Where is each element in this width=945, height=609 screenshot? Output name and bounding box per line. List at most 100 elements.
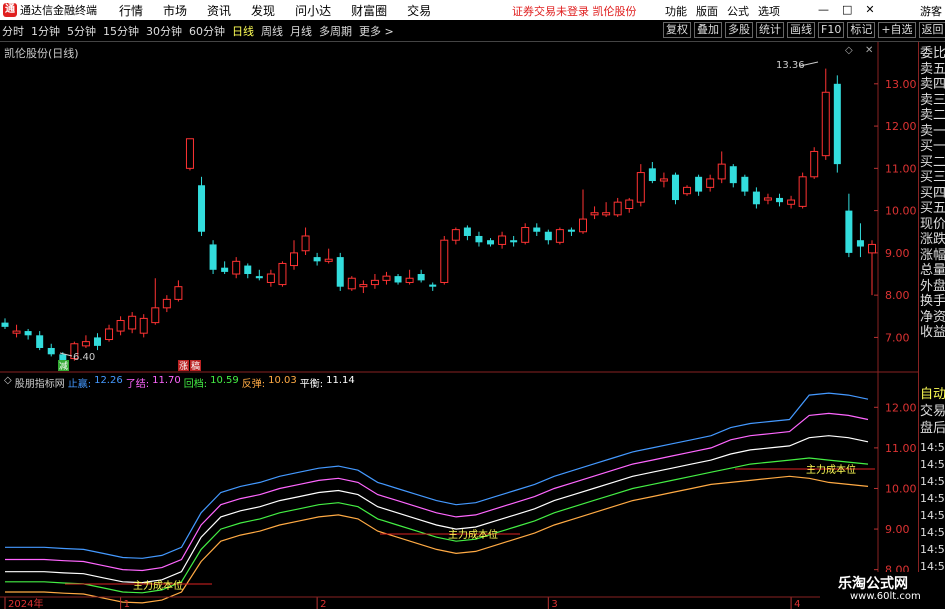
price-tick-label: 11.00 [885, 162, 917, 175]
indicator-fantan-value: 10.03 [268, 375, 297, 386]
period-tab-60min[interactable]: 60分钟 [189, 23, 225, 39]
indicator-name[interactable]: 股朋指标网 [15, 375, 65, 390]
candle-body [856, 240, 864, 247]
candle [555, 227, 564, 245]
candle [533, 223, 541, 236]
candle-body [1, 322, 9, 327]
candle-body [59, 354, 67, 361]
candle-body [139, 317, 148, 334]
multi-stock-button[interactable]: 多股 [725, 22, 753, 38]
candle-body [741, 176, 749, 192]
menu-quotes[interactable]: 行情 [119, 2, 143, 19]
minimize-icon[interactable]: — [818, 3, 829, 16]
candle [787, 195, 796, 209]
period-tab-more[interactable]: 更多 > [359, 23, 394, 39]
candle-body [533, 227, 541, 232]
period-tab-timeshare[interactable]: 分时 [2, 23, 24, 39]
candle-body [602, 212, 611, 216]
candle-body [244, 265, 252, 275]
price-tick-label: 8.00 [885, 289, 910, 302]
candle [336, 252, 344, 291]
menu-discover[interactable]: 发现 [251, 2, 275, 19]
price-tick-label: 10.00 [885, 205, 917, 218]
indicator-huidang-value: 10.59 [210, 375, 239, 386]
ind-tick-label: 12.00 [885, 401, 917, 414]
indicator-liaojie-value: 11.70 [152, 375, 181, 386]
candle-body [821, 91, 830, 157]
candle-body [221, 267, 229, 272]
auto-label[interactable]: 自动 [920, 387, 945, 402]
menu-news[interactable]: 资讯 [207, 2, 231, 19]
period-tab-30min[interactable]: 30分钟 [146, 23, 182, 39]
stats-button[interactable]: 统计 [756, 22, 784, 38]
draft-tag-label: 稿 [191, 360, 200, 372]
min-price-label: 6.40 [73, 352, 95, 363]
quote-side-panel: 委比 卖五 卖四 卖三 卖二 卖一 买一 买二 买三 买四 买五 现价 涨跌 涨幅 总量 外盘 换手 净资 收益 自动… [918, 42, 945, 609]
candle [232, 257, 241, 279]
login-notice[interactable]: 证券交易未登录 凯伦股份 [512, 3, 637, 19]
reduce-tag-label: 减 [59, 360, 68, 372]
candle [105, 324, 114, 342]
guest-label[interactable]: 游客 [920, 3, 942, 19]
menu-ask[interactable]: 问小达 [295, 2, 331, 19]
mark-button[interactable]: 标记 [847, 22, 876, 38]
tool-function[interactable]: 功能 [665, 3, 687, 19]
tool-layout[interactable]: 版面 [696, 3, 718, 19]
ind-tick-label: 10.00 [885, 482, 917, 495]
menu-trade[interactable]: 交易 [407, 2, 431, 19]
chart-buttons: 复权 叠加 多股 统计 画线 F10 标记 +自选 返回 [663, 22, 945, 38]
candle [706, 174, 715, 192]
period-tab-5min[interactable]: 5分钟 [67, 23, 96, 39]
x-tick-label: 2024年 [8, 597, 43, 609]
chart-area[interactable]: 13.0012.0011.0010.009.008.007.00 12.0011… [0, 42, 918, 609]
period-tab-multi[interactable]: 多周期 [319, 23, 352, 39]
f10-button[interactable]: F10 [818, 22, 845, 38]
candle [544, 229, 552, 245]
candle [290, 240, 298, 270]
period-tab-daily[interactable]: 日线 [232, 23, 254, 39]
candle [185, 138, 194, 171]
candle-body [47, 347, 55, 355]
period-tab-1min[interactable]: 1分钟 [31, 23, 60, 39]
candle [394, 274, 402, 285]
tick-time-6: 14:56 [920, 543, 945, 556]
candle-body [198, 185, 206, 232]
side-label-0: 委比 [920, 46, 945, 61]
candle-body [613, 201, 622, 216]
period-tab-weekly[interactable]: 周线 [261, 23, 283, 39]
candle-body [370, 279, 379, 286]
add-watchlist-button[interactable]: +自选 [878, 22, 916, 38]
candle-body [105, 328, 114, 341]
period-tab-15min[interactable]: 15分钟 [103, 23, 139, 39]
candle-body [659, 178, 668, 182]
cost-annotation-1: 主力成本位 [133, 579, 183, 592]
indicator-liaojie-label: 了结: [125, 379, 150, 390]
adjust-button[interactable]: 复权 [663, 22, 691, 38]
menu-market[interactable]: 市场 [163, 2, 187, 19]
candle [856, 223, 864, 258]
indicator-series-line [5, 435, 869, 584]
candle-body [81, 341, 90, 347]
maximize-icon[interactable]: □ [842, 3, 852, 16]
candle-body [336, 257, 344, 287]
close-icon[interactable]: ✕ [865, 3, 874, 16]
title-tools: 功能 版面 公式 选项 [665, 3, 789, 19]
candle [255, 269, 263, 281]
candle [313, 252, 321, 266]
price-tick-label: 9.00 [885, 247, 910, 260]
candle-body [787, 199, 796, 205]
candle [359, 280, 368, 294]
candle [648, 162, 656, 184]
period-tab-monthly[interactable]: 月线 [290, 23, 312, 39]
tick-time-0: 14:56 [920, 441, 945, 454]
candle [221, 261, 229, 275]
indicator-toggle-icon[interactable]: ◇ [4, 375, 12, 390]
tool-options[interactable]: 选项 [758, 3, 780, 19]
side-label-2: 卖四 [920, 77, 945, 92]
back-button[interactable]: 返回 [918, 22, 945, 38]
overlay-button[interactable]: 叠加 [694, 22, 722, 38]
draw-button[interactable]: 画线 [787, 22, 815, 38]
menu-wealth[interactable]: 财富圈 [351, 2, 387, 19]
ind-tick-label: 9.00 [885, 523, 910, 536]
tool-formula[interactable]: 公式 [727, 3, 749, 19]
